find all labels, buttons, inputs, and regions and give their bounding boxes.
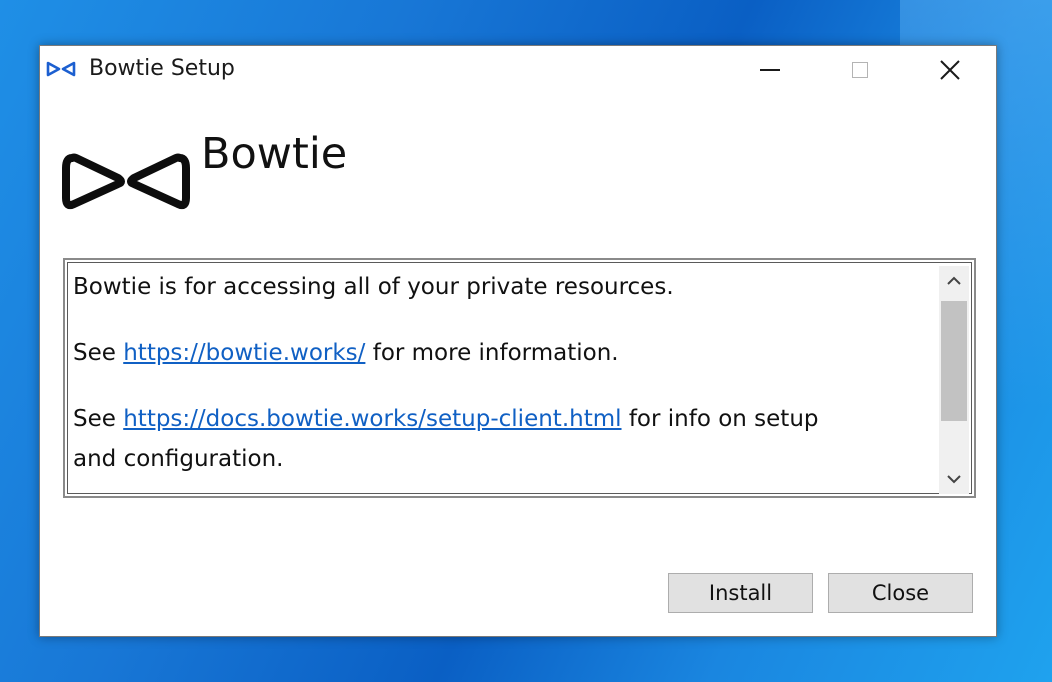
- minimize-icon: [760, 69, 780, 71]
- bowtie-works-link[interactable]: https://bowtie.works/: [123, 340, 365, 366]
- chevron-up-icon: [947, 276, 961, 285]
- info-text: Bowtie is for accessing all of your priv…: [73, 267, 933, 479]
- maximize-button: [818, 46, 902, 94]
- close-window-button[interactable]: [908, 46, 992, 94]
- setup-window: Bowtie Setup Bowtie Bowtie is for access…: [39, 45, 997, 637]
- info-line-4: and configuration.: [73, 446, 284, 472]
- title-bar[interactable]: Bowtie Setup: [40, 46, 996, 94]
- scroll-up-button[interactable]: [939, 266, 969, 296]
- info-line-3-suffix: for info on setup: [621, 406, 819, 432]
- scroll-thumb[interactable]: [941, 301, 967, 421]
- info-line-3-prefix: See: [73, 406, 124, 432]
- info-line-1: Bowtie is for accessing all of your priv…: [73, 274, 674, 300]
- info-textbox-frame: Bowtie is for accessing all of your priv…: [67, 262, 972, 494]
- close-icon: [940, 60, 960, 80]
- info-line-2: See https://bowtie.works/ for more infor…: [73, 333, 933, 373]
- info-line-3: See https://docs.bowtie.works/setup-clie…: [73, 399, 933, 479]
- info-textbox[interactable]: Bowtie is for accessing all of your priv…: [63, 258, 976, 498]
- vertical-scrollbar[interactable]: [939, 266, 969, 494]
- bowtie-small-icon: [46, 61, 76, 77]
- app-name-heading: Bowtie: [201, 129, 348, 179]
- chevron-down-icon: [947, 475, 961, 484]
- info-line-2-prefix: See: [73, 340, 124, 366]
- bowtie-logo-icon: [62, 153, 190, 210]
- minimize-button[interactable]: [728, 46, 812, 94]
- scroll-down-button[interactable]: [939, 464, 969, 494]
- window-title: Bowtie Setup: [89, 56, 235, 81]
- install-button[interactable]: Install: [668, 573, 813, 613]
- setup-docs-link[interactable]: https://docs.bowtie.works/setup-client.h…: [123, 406, 621, 432]
- maximize-icon: [852, 62, 868, 78]
- info-line-2-suffix: for more information.: [365, 340, 619, 366]
- close-button[interactable]: Close: [828, 573, 973, 613]
